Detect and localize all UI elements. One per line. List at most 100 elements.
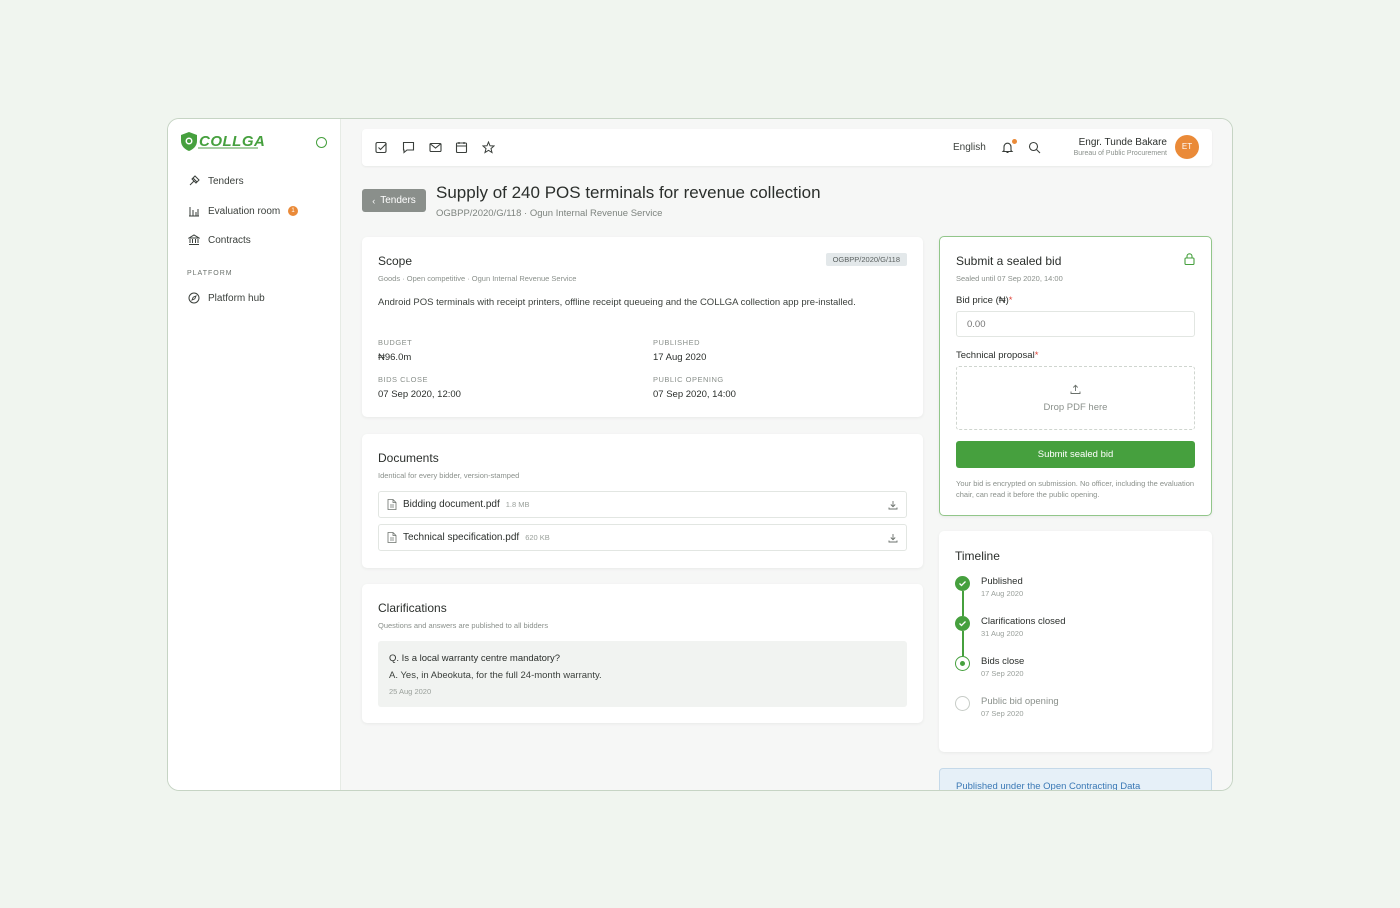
- bid-price-label-text: Bid price (₦): [956, 295, 1009, 306]
- gavel-icon: [189, 175, 200, 186]
- user-name[interactable]: Engr. Tunde Bakare: [1079, 137, 1167, 148]
- app-window: COLLGA Tenders Evaluation room 1 Contrac…: [167, 118, 1233, 791]
- clarifications-card: Clarifications Questions and answers are…: [362, 584, 923, 723]
- clarification-answer: A. Yes, in Abeokuta, for the full 24-mon…: [389, 670, 602, 681]
- check-icon: [955, 616, 970, 631]
- upload-icon: [1070, 384, 1081, 394]
- timeline-card: Timeline Published 17 Aug 2020 Clarifica…: [939, 531, 1212, 752]
- document-row[interactable]: Bidding document.pdf 1.8 MB: [378, 491, 907, 518]
- main-content: English Engr. Tunde Bakare Bureau of Pub…: [341, 119, 1232, 790]
- search-icon[interactable]: [1028, 141, 1041, 154]
- logo-tagline: [198, 147, 258, 149]
- clarification-question: Q. Is a local warranty centre mandatory?: [389, 653, 561, 664]
- documents-subtitle: Identical for every bidder, version-stam…: [378, 471, 520, 480]
- timeline-step-date: 07 Sep 2020: [981, 669, 1024, 678]
- top-toolbar: English Engr. Tunde Bakare Bureau of Pub…: [362, 129, 1212, 166]
- platform-section-label: PLATFORM: [187, 270, 233, 277]
- mail-icon[interactable]: [429, 141, 442, 154]
- checkbox-icon[interactable]: [375, 141, 388, 154]
- sidebar-item-platform-hub[interactable]: Platform hub: [188, 292, 265, 304]
- timeline-step-date: 31 Aug 2020: [981, 629, 1024, 638]
- sidebar-item-label: Platform hub: [208, 292, 265, 304]
- pending-step-icon: [955, 696, 970, 711]
- budget-value: ₦96.0m: [378, 352, 412, 363]
- bar-chart-icon: [189, 207, 199, 217]
- download-icon[interactable]: [888, 533, 898, 543]
- timeline-connector: [962, 631, 964, 656]
- required-marker: *: [1034, 350, 1039, 361]
- sidebar-item-contracts[interactable]: Contracts: [188, 234, 251, 246]
- avatar[interactable]: ET: [1175, 135, 1199, 159]
- user-organization: Bureau of Public Procurement: [1073, 150, 1167, 157]
- bid-title: Submit a sealed bid: [956, 254, 1062, 268]
- budget-label: BUDGET: [378, 338, 413, 347]
- bid-price-input[interactable]: [956, 311, 1195, 337]
- bids-close-label: BIDS CLOSE: [378, 375, 429, 384]
- document-size: 1.8 MB: [505, 500, 530, 509]
- public-opening-label: PUBLIC OPENING: [653, 375, 724, 384]
- timeline-step-name: Clarifications closed: [981, 616, 1066, 627]
- sidebar-item-label: Evaluation room: [208, 205, 281, 217]
- document-size: 620 KB: [525, 533, 550, 542]
- timeline-step-date: 07 Sep 2020: [981, 709, 1024, 718]
- compass-icon: [188, 292, 200, 304]
- reference-tag: OGBPP/2020/G/118: [825, 253, 907, 266]
- clarifications-title: Clarifications: [378, 601, 447, 615]
- pdf-dropzone[interactable]: Drop PDF here: [956, 366, 1195, 430]
- submit-sealed-bid-button[interactable]: Submit sealed bid: [956, 441, 1195, 468]
- download-icon[interactable]: [888, 500, 898, 510]
- bid-price-label: Bid price (₦)*: [956, 295, 1013, 306]
- star-icon[interactable]: [482, 141, 495, 154]
- file-icon: [387, 532, 397, 543]
- sidebar-item-label: Tenders: [208, 175, 244, 187]
- scope-title: Scope: [378, 254, 413, 268]
- clarification-date: 25 Aug 2020: [389, 687, 432, 696]
- file-icon: [387, 499, 397, 510]
- sealed-bid-card: Submit a sealed bid Sealed until 07 Sep …: [939, 236, 1212, 516]
- document-row[interactable]: Technical specification.pdf 620 KB: [378, 524, 907, 551]
- chat-icon[interactable]: [402, 141, 415, 154]
- clarifications-subtitle: Questions and answers are published to a…: [378, 621, 549, 630]
- encryption-note: Your bid is encrypted on submission. No …: [956, 479, 1195, 499]
- timeline-title: Timeline: [955, 549, 1000, 563]
- check-icon: [955, 576, 970, 591]
- ocds-link[interactable]: Published under the Open Contracting Dat…: [956, 781, 1140, 790]
- documents-title: Documents: [378, 451, 439, 465]
- timeline-step-name: Public bid opening: [981, 696, 1059, 707]
- required-marker: *: [1008, 295, 1013, 306]
- evaluation-count-badge: 1: [288, 206, 298, 216]
- technical-proposal-label-text: Technical proposal: [956, 350, 1035, 361]
- sidebar-item-evaluation-room[interactable]: Evaluation room: [188, 205, 280, 217]
- bid-subtitle: Sealed until 07 Sep 2020, 14:00: [956, 274, 1063, 283]
- dropzone-text: Drop PDF here: [1043, 402, 1108, 413]
- notification-dot: [1012, 139, 1017, 144]
- timeline-step-date: 17 Aug 2020: [981, 589, 1024, 598]
- document-name: Bidding document.pdf: [403, 499, 500, 510]
- published-value: 17 Aug 2020: [653, 352, 707, 363]
- page-title: Supply of 240 POS terminals for revenue …: [436, 183, 821, 202]
- current-step-icon: [955, 656, 970, 671]
- scope-card: Scope Goods · Open competitive · Ogun In…: [362, 237, 923, 417]
- sidebar-item-tenders[interactable]: Tenders: [188, 175, 244, 187]
- public-opening-value: 07 Sep 2020, 14:00: [653, 389, 736, 400]
- status-indicator-icon[interactable]: [316, 137, 327, 148]
- sidebar-item-label: Contracts: [208, 234, 251, 246]
- sidebar: COLLGA Tenders Evaluation room 1 Contrac…: [168, 119, 341, 790]
- scope-description: Android POS terminals with receipt print…: [378, 297, 856, 308]
- timeline-connector: [962, 591, 964, 616]
- back-to-tenders-button[interactable]: ‹ Tenders: [362, 189, 426, 212]
- language-selector[interactable]: English: [953, 142, 986, 153]
- chevron-left-icon: ‹: [372, 195, 376, 206]
- calendar-icon[interactable]: [455, 141, 468, 154]
- timeline-step-name: Bids close: [981, 656, 1025, 667]
- ocds-notice: Published under the Open Contracting Dat…: [939, 768, 1212, 790]
- shield-logo-icon: [181, 132, 197, 151]
- lock-icon: [1184, 253, 1195, 265]
- back-button-label: Tenders: [380, 195, 416, 206]
- scope-subtitle: Goods · Open competitive · Ogun Internal…: [378, 274, 577, 283]
- document-name: Technical specification.pdf: [403, 532, 520, 543]
- bids-close-value: 07 Sep 2020, 12:00: [378, 389, 461, 400]
- documents-card: Documents Identical for every bidder, ve…: [362, 434, 923, 568]
- bank-icon: [188, 234, 200, 245]
- published-label: PUBLISHED: [653, 338, 701, 347]
